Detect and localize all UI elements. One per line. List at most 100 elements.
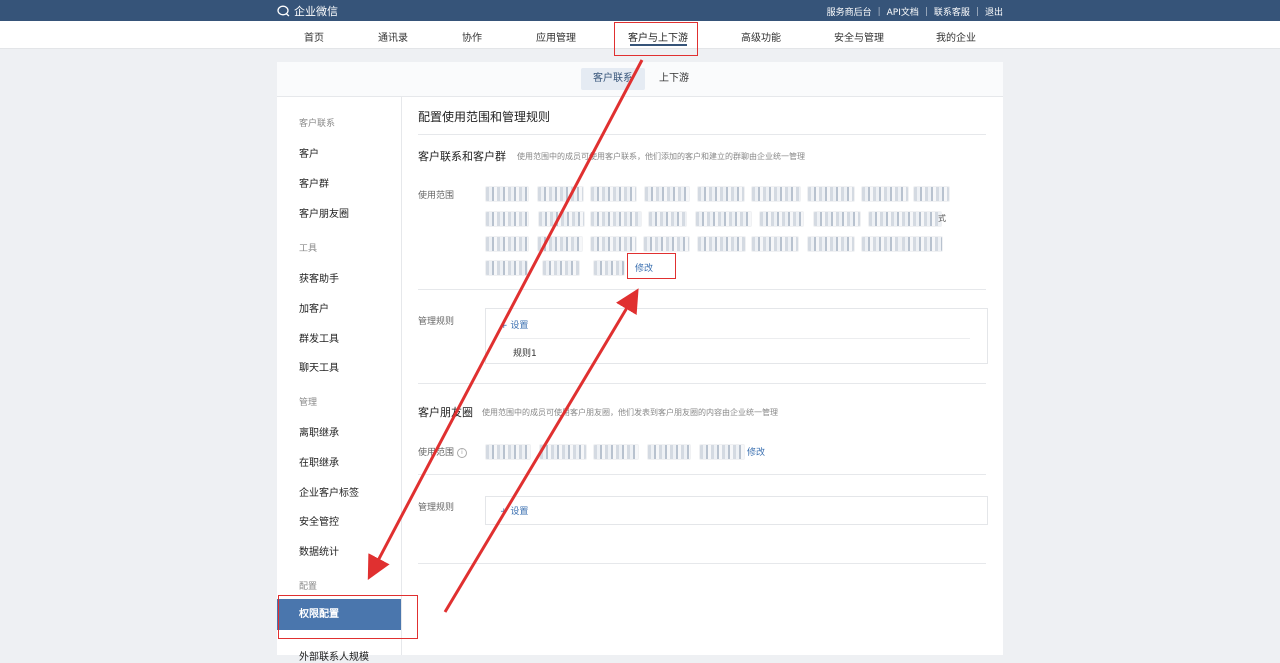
member-chip [807,236,855,252]
sidebar-item-chat-tools[interactable]: 聊天工具 [299,359,339,374]
annotation-box-permission [278,595,418,639]
sidebar-item-onjob-inherit[interactable]: 在职继承 [299,454,339,469]
logo-text: 企业微信 [294,5,338,18]
member-chip [485,186,529,202]
nav-contacts[interactable]: 通讯录 [378,29,408,44]
member-chip [751,236,799,252]
member-chip [648,211,687,227]
member-chip [901,236,943,252]
contact-support-link[interactable]: 联系客服 [934,5,970,18]
member-chip [485,236,529,252]
divider [500,338,970,339]
info-icon[interactable]: i [457,447,468,458]
member-chip [485,260,528,276]
sidebar-item-stats[interactable]: 数据统计 [299,543,339,558]
chip-tail-text: 式 [938,214,946,223]
add-rule-button[interactable]: + 设置 [500,318,528,331]
moments-scope-label: 使用范围 i [418,445,468,458]
member-chip [542,260,580,276]
moments-scope-label-text: 使用范围 [418,448,455,458]
sidebar-item-add-customer[interactable]: 加客户 [299,300,329,315]
top-links: 服务商后台 | API文档 | 联系客服 | 退出 [827,5,1003,19]
rules-label: 管理规则 [418,317,455,327]
member-chip [485,444,531,460]
nav-home[interactable]: 首页 [304,29,324,44]
annotation-box-edit [627,253,676,279]
divider: | [877,6,881,17]
member-chip [913,186,950,202]
sidebar-item-security[interactable]: 安全管控 [299,513,339,528]
member-chip [697,236,746,252]
divider [418,134,986,135]
sidebar-item-moments[interactable]: 客户朋友圈 [299,205,349,220]
rule-item[interactable]: 规则1 [513,346,537,359]
divider: | [924,6,928,17]
sidebar-item-resign-inherit[interactable]: 离职继承 [299,424,339,439]
member-chip [699,444,745,460]
member-chip [538,211,585,227]
member-chip [759,211,804,227]
nav-collaboration[interactable]: 协作 [462,29,482,44]
member-chip [697,186,745,202]
divider [418,383,986,384]
member-chip [590,236,637,252]
sidebar-item-mass-send[interactable]: 群发工具 [299,330,339,345]
api-docs-link[interactable]: API文档 [887,5,919,18]
logout-link[interactable]: 退出 [985,5,1003,18]
tab-customer-contact[interactable]: 客户联系 [581,68,645,90]
tab-upstream-downstream[interactable]: 上下游 [647,68,701,90]
edit-moments-scope-link[interactable]: 修改 [747,445,765,458]
nav-my-enterprise[interactable]: 我的企业 [936,29,976,44]
sidebar-item-customer[interactable]: 客户 [299,145,319,160]
sidebar-group-manage: 管理 [299,398,318,408]
member-chip [695,211,752,227]
plus-icon: + [500,507,508,517]
provider-backend-link[interactable]: 服务商后台 [827,5,872,18]
top-bar: 企业微信 服务商后台 | API文档 | 联系客服 | 退出 [0,0,1280,21]
member-chip [537,236,583,252]
member-chip [861,186,909,202]
section-title-moments: 客户朋友圈 [418,406,473,419]
member-chip [593,444,639,460]
sub-tabs: 客户联系 上下游 [277,62,1003,97]
sidebar-item-tags[interactable]: 企业客户标签 [299,484,359,499]
content-panel: 客户联系 上下游 客户联系 客户 客户群 客户朋友圈 工具 获客助手 加客户 群… [277,62,1003,663]
wecom-logo-icon [277,5,291,17]
moments-rules-box: + 设置 [485,496,988,525]
sidebar-item-contact-scale[interactable]: 外部联系人规模 [299,648,369,663]
divider [418,289,986,290]
member-chip [807,186,855,202]
section-desc-contacts: 使用范围中的成员可使用客户联系，他们添加的客户和建立的群聊由企业统一管理 [517,152,805,161]
member-chip [868,211,942,227]
rules-box: + 设置 规则1 [485,308,988,364]
member-chip [643,236,690,252]
sidebar: 客户联系 客户 客户群 客户朋友圈 工具 获客助手 加客户 群发工具 聊天工具 … [277,97,402,663]
settings-link-text: 设置 [510,321,529,331]
settings-link-text: 设置 [510,507,529,517]
member-chip [485,211,529,227]
annotation-box-nav [614,22,698,56]
nav-security[interactable]: 安全与管理 [834,29,884,44]
page-title: 配置使用范围和管理规则 [418,110,551,124]
divider: | [975,6,979,17]
app-logo[interactable]: 企业微信 [277,3,338,19]
sidebar-group-config: 配置 [299,582,318,592]
member-chip [751,186,801,202]
sidebar-group-customer: 客户联系 [299,119,336,129]
member-chip [590,186,637,202]
section-title-contacts: 客户联系和客户群 [418,150,506,163]
member-chip [813,211,861,227]
sidebar-item-customer-group[interactable]: 客户群 [299,175,329,190]
divider [418,474,986,475]
section-desc-moments: 使用范围中的成员可使用客户朋友圈，他们发表到客户朋友圈的内容由企业统一管理 [482,408,778,417]
member-chip [539,444,587,460]
add-moments-rule-button[interactable]: + 设置 [500,504,528,517]
member-chip [593,260,625,276]
member-chip [590,211,642,227]
divider [418,563,986,564]
nav-app-management[interactable]: 应用管理 [536,29,576,44]
sidebar-item-acquire[interactable]: 获客助手 [299,270,339,285]
nav-advanced[interactable]: 高级功能 [741,29,781,44]
scope-label: 使用范围 [418,191,455,201]
member-chip [644,186,690,202]
